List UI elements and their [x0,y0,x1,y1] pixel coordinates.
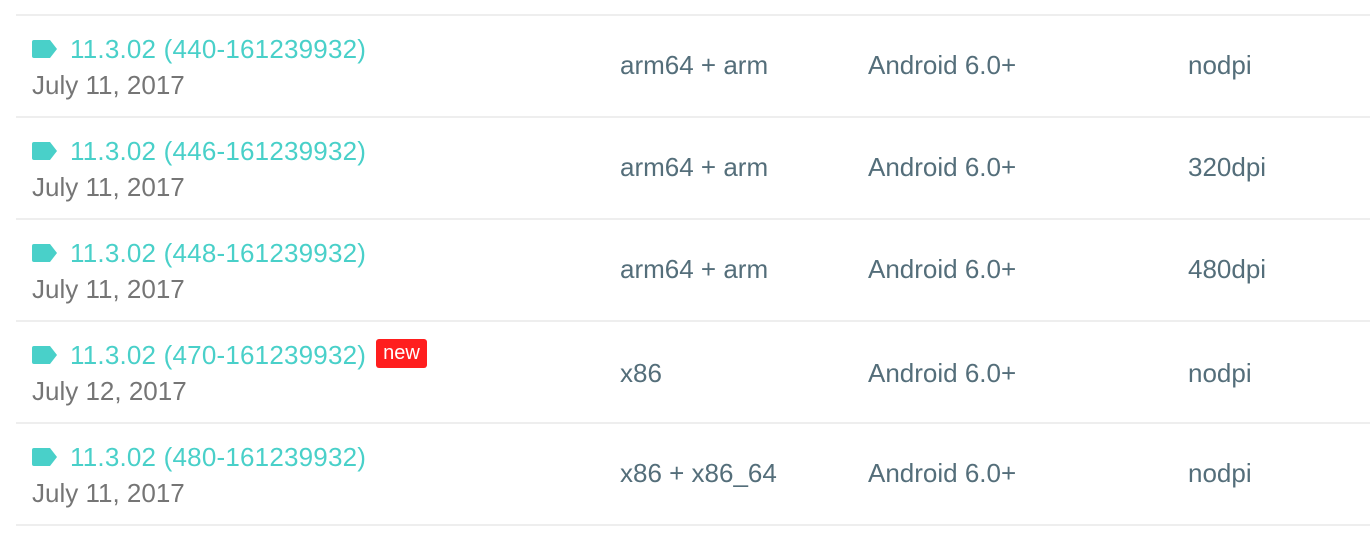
screen-dpi: nodpi [1188,458,1252,488]
version-link[interactable]: 11.3.02 (480-161239932) [70,442,366,473]
architecture: x86 [620,358,662,388]
screen-dpi: 480dpi [1188,254,1267,284]
tag-icon [32,40,58,58]
version-line: 11.3.02 (448-161239932) [32,238,366,268]
version-line: 11.3.02 (446-161239932) [32,136,366,166]
table-row: 11.3.02 (446-161239932) July 11, 2017 ar… [16,118,1370,220]
table-row: 11.3.02 (470-161239932) new July 12, 201… [16,322,1370,424]
tag-icon [32,346,58,364]
tag-icon [32,142,58,160]
min-android-version: Android 6.0+ [868,50,1017,80]
architecture: arm64 + arm [620,152,769,182]
architecture: arm64 + arm [620,50,769,80]
version-line: 11.3.02 (470-161239932) new [32,338,427,371]
table-row: 11.3.02 (448-161239932) July 11, 2017 ar… [16,220,1370,322]
screen-dpi: nodpi [1188,50,1252,80]
version-cell: 11.3.02 (448-161239932) July 11, 2017 [32,238,366,305]
version-line: 11.3.02 (440-161239932) [32,34,366,64]
version-link[interactable]: 11.3.02 (448-161239932) [70,238,366,269]
version-link[interactable]: 11.3.02 (446-161239932) [70,136,366,167]
table-row: 11.3.02 (440-161239932) July 11, 2017 ar… [16,16,1370,118]
variants-table: 11.3.02 (440-161239932) July 11, 2017 ar… [16,14,1370,526]
version-cell: 11.3.02 (480-161239932) July 11, 2017 [32,442,366,509]
min-android-version: Android 6.0+ [868,358,1017,388]
tag-icon [32,448,58,466]
screen-dpi: 320dpi [1188,152,1267,182]
release-date: July 11, 2017 [32,478,185,508]
version-line: 11.3.02 (480-161239932) [32,442,366,472]
screen-dpi: nodpi [1188,358,1252,388]
release-date: July 11, 2017 [32,274,185,304]
version-cell: 11.3.02 (470-161239932) new July 12, 201… [32,338,427,407]
release-date: July 11, 2017 [32,172,185,202]
version-link[interactable]: 11.3.02 (440-161239932) [70,34,366,65]
min-android-version: Android 6.0+ [868,254,1017,284]
table-row: 11.3.02 (480-161239932) July 11, 2017 x8… [16,424,1370,526]
version-cell: 11.3.02 (446-161239932) July 11, 2017 [32,136,366,203]
tag-icon [32,244,58,262]
min-android-version: Android 6.0+ [868,152,1017,182]
min-android-version: Android 6.0+ [868,458,1017,488]
architecture: arm64 + arm [620,254,769,284]
version-cell: 11.3.02 (440-161239932) July 11, 2017 [32,34,366,101]
release-date: July 12, 2017 [32,376,187,406]
version-link[interactable]: 11.3.02 (470-161239932) [70,340,366,371]
release-date: July 11, 2017 [32,70,185,100]
architecture: x86 + x86_64 [620,458,777,488]
new-badge: new [376,338,427,368]
